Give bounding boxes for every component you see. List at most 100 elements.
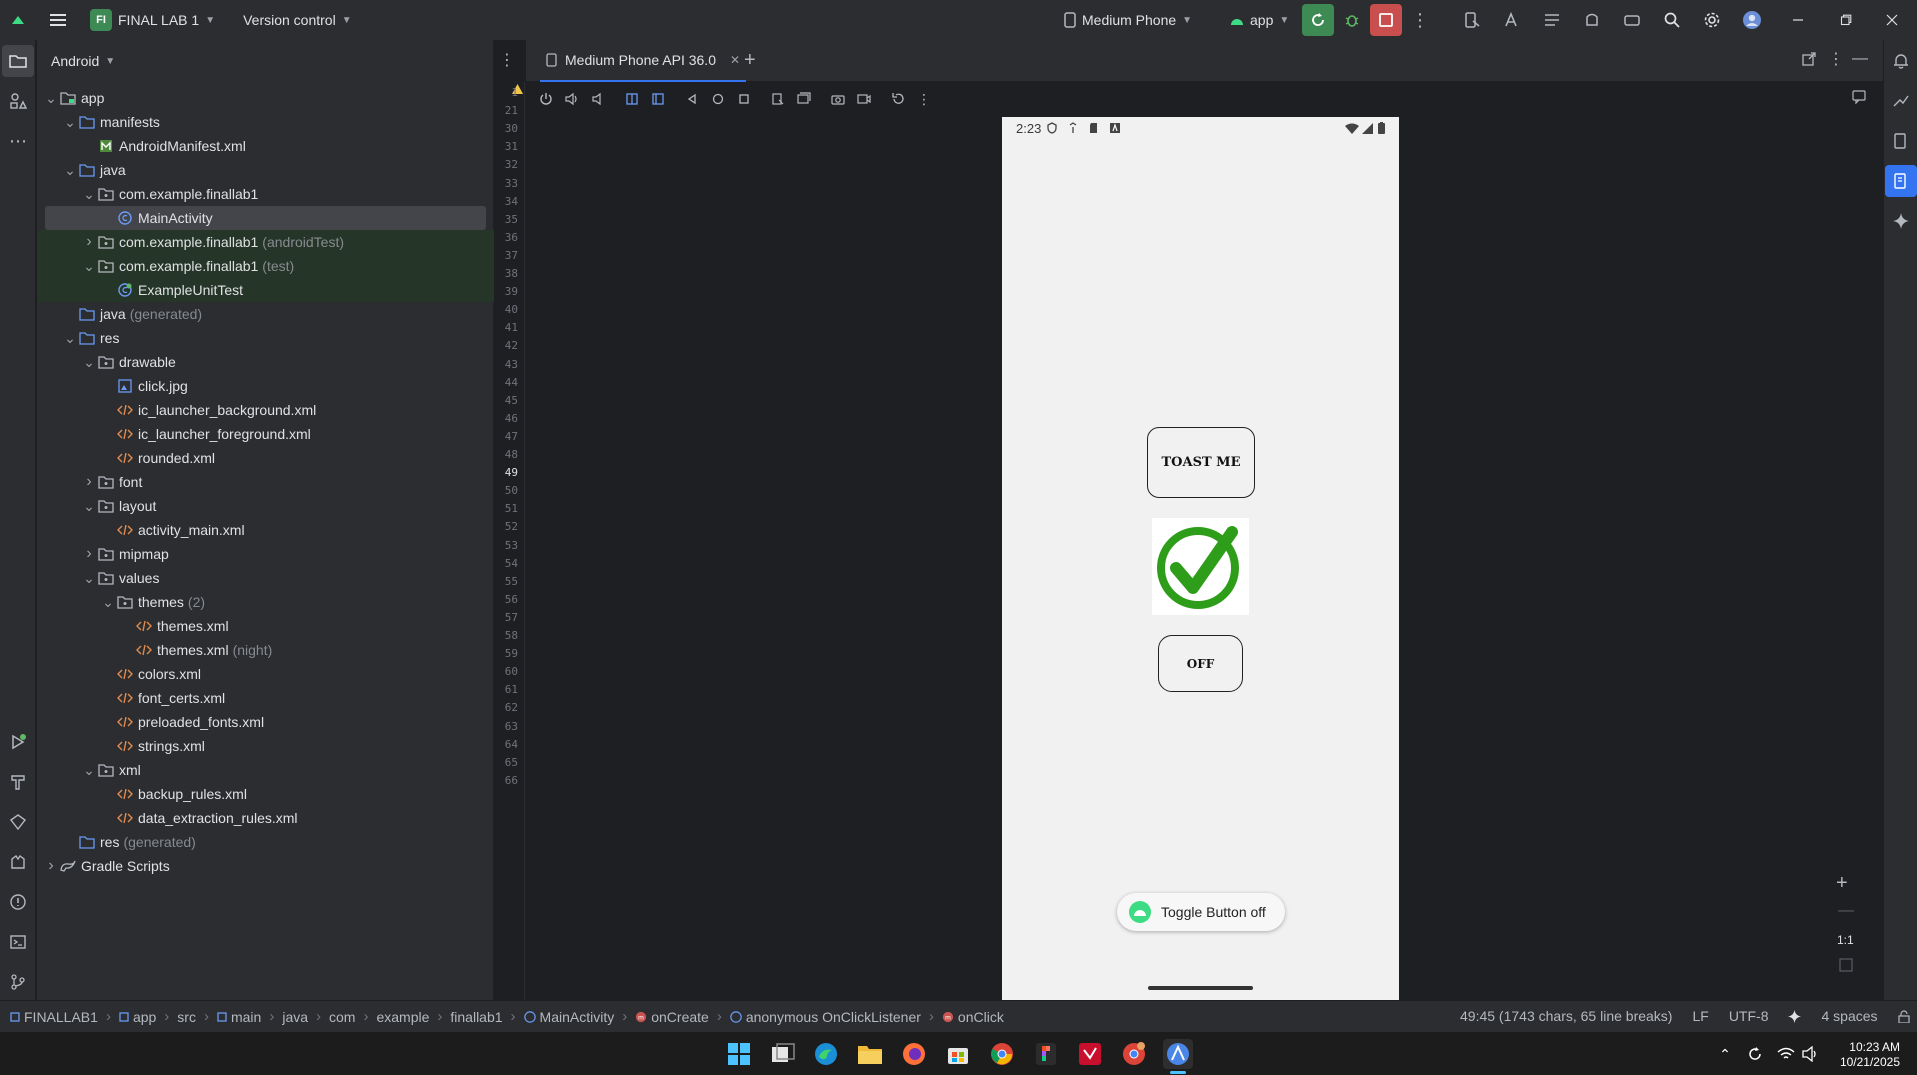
device-selector[interactable]: Medium Phone ▼ <box>1064 12 1192 28</box>
chevron-down-icon[interactable]: ⌄ <box>62 331 78 345</box>
project-view-selector[interactable]: Android ▼ <box>37 40 493 82</box>
breadcrumb-item[interactable]: m onCreate <box>635 1009 709 1025</box>
chevron-down-icon[interactable]: ⌄ <box>81 187 97 201</box>
clock[interactable]: 10:23 AM 10/21/2025 <box>1830 1040 1900 1070</box>
android-studio-taskbar-icon[interactable] <box>1163 1039 1193 1069</box>
volume-up-icon[interactable] <box>562 89 582 109</box>
tree-item[interactable]: ⌄ app <box>37 86 494 110</box>
device-explorer-icon[interactable] <box>1885 125 1917 157</box>
close-tab-icon[interactable]: ✕ <box>730 53 740 67</box>
problems-tool-icon[interactable] <box>2 886 34 918</box>
screen-record-icon[interactable] <box>854 89 874 109</box>
tree-item[interactable]: ⌄ themes (2) <box>37 590 494 614</box>
tree-item[interactable]: backup_rules.xml <box>37 782 494 806</box>
settings-gear-icon[interactable] <box>1696 4 1728 36</box>
app-quality-icon[interactable] <box>2 806 34 838</box>
chevron-right-icon[interactable]: › <box>81 545 97 563</box>
breadcrumb-item[interactable]: com <box>329 1009 355 1025</box>
store-icon[interactable] <box>943 1039 973 1069</box>
chevron-right-icon[interactable]: › <box>81 233 97 251</box>
chrome-profile-icon[interactable] <box>1119 1039 1149 1069</box>
minimize-window-icon[interactable] <box>1782 4 1814 36</box>
account-avatar-icon[interactable] <box>1736 4 1768 36</box>
chevron-down-icon[interactable]: ⌄ <box>81 499 97 513</box>
debug-button[interactable] <box>1336 4 1368 36</box>
rotate-right-icon[interactable] <box>648 89 668 109</box>
breadcrumb-item[interactable]: finallab1 <box>450 1009 502 1025</box>
tree-item[interactable]: ⌄ res <box>37 326 494 350</box>
android-studio-logo-icon[interactable] <box>2 4 34 36</box>
git-tool-icon[interactable] <box>2 966 34 998</box>
sdk-manager-icon[interactable] <box>1576 4 1608 36</box>
show-hidden-icons[interactable]: ⌃ <box>1710 1039 1740 1069</box>
breadcrumb-item[interactable]: example <box>376 1009 429 1025</box>
chevron-down-icon[interactable]: ⌄ <box>43 91 59 105</box>
apply-changes-button[interactable] <box>1302 4 1334 36</box>
vscode-icon[interactable] <box>1075 1039 1105 1069</box>
tree-item[interactable]: ic_launcher_background.xml <box>37 398 494 422</box>
caret-position[interactable]: 49:45 (1743 chars, 65 line breaks) <box>1460 1008 1672 1024</box>
chevron-down-icon[interactable]: ⌄ <box>62 115 78 129</box>
power-icon[interactable] <box>536 89 556 109</box>
ai-sparkle-icon[interactable] <box>1885 205 1917 237</box>
tree-item[interactable]: ⌄ drawable <box>37 350 494 374</box>
chevron-right-icon[interactable]: › <box>81 473 97 491</box>
chevron-down-icon[interactable]: ⌄ <box>81 259 97 273</box>
run-tool-icon[interactable] <box>2 726 34 758</box>
tree-item[interactable]: themes.xml <box>37 614 494 638</box>
hide-panel-icon[interactable]: — <box>1852 50 1868 68</box>
gemini-icon[interactable] <box>1885 85 1917 117</box>
vcs-selector[interactable]: Version control ▼ <box>243 12 352 28</box>
firefox-icon[interactable] <box>899 1039 929 1069</box>
panel-options-icon[interactable]: ⋮ <box>1828 49 1844 69</box>
tree-item[interactable]: font_certs.xml <box>37 686 494 710</box>
volume-down-icon[interactable] <box>588 89 608 109</box>
camera-icon[interactable] <box>828 89 848 109</box>
ai-assistant-icon[interactable] <box>1496 4 1528 36</box>
more-actions-icon[interactable]: ⋮ <box>1404 4 1436 36</box>
tree-item[interactable]: themes.xml (night) <box>37 638 494 662</box>
breadcrumb-item[interactable]: m onClick <box>942 1009 1004 1025</box>
back-icon[interactable] <box>682 89 702 109</box>
zoom-in-icon[interactable]: + <box>1836 872 1848 895</box>
build-tool-icon[interactable] <box>2 766 34 798</box>
fold-icon[interactable] <box>768 89 788 109</box>
open-external-icon[interactable] <box>1802 52 1816 66</box>
breadcrumb-item[interactable]: anonymous OnClickListener <box>730 1009 921 1025</box>
toggle-button[interactable]: OFF <box>1158 635 1243 692</box>
device-manager-icon[interactable] <box>1616 4 1648 36</box>
tree-item[interactable]: MainActivity <box>45 206 486 230</box>
stop-button[interactable] <box>1370 4 1402 36</box>
rotate-left-icon[interactable] <box>622 89 642 109</box>
chevron-down-icon[interactable]: ⌄ <box>81 355 97 369</box>
main-menu-icon[interactable] <box>42 4 74 36</box>
tree-item[interactable]: colors.xml <box>37 662 494 686</box>
tree-item[interactable]: ⌄ com.example.finallab1 (test) <box>37 254 494 278</box>
overview-icon[interactable] <box>734 89 754 109</box>
home-icon[interactable] <box>708 89 728 109</box>
close-window-icon[interactable] <box>1876 4 1908 36</box>
gesture-nav-handle[interactable] <box>1148 986 1253 990</box>
toast-me-button[interactable]: TOAST ME <box>1147 427 1255 498</box>
tree-item[interactable]: java (generated) <box>37 302 494 326</box>
breadcrumb-item[interactable]: MainActivity <box>523 1009 614 1025</box>
add-device-icon[interactable]: + <box>744 49 756 72</box>
breadcrumb-item[interactable]: FINALLAB1 <box>10 1009 98 1025</box>
windows-start-icon[interactable] <box>724 1039 754 1069</box>
tree-item[interactable]: res (generated) <box>37 830 494 854</box>
breadcrumb-item[interactable]: java <box>282 1009 308 1025</box>
ai-sparkle-icon[interactable] <box>1788 1009 1802 1023</box>
chevron-down-icon[interactable]: ⌄ <box>62 163 78 177</box>
breadcrumb-item[interactable]: src <box>177 1009 196 1025</box>
device-mirror-icon[interactable] <box>1456 4 1488 36</box>
tree-item[interactable]: rounded.xml <box>37 446 494 470</box>
tab-medium-phone[interactable]: Medium Phone API 36.0 ✕ <box>540 40 747 82</box>
indent-setting[interactable]: 4 spaces <box>1821 1008 1877 1024</box>
tree-item[interactable]: ⌄ com.example.finallab1 <box>37 182 494 206</box>
file-encoding[interactable]: UTF-8 <box>1729 1008 1769 1024</box>
zoom-actual-size[interactable]: 1:1 <box>1837 933 1854 947</box>
lock-icon[interactable] <box>1897 1009 1910 1023</box>
tree-item[interactable]: ⌄ java <box>37 158 494 182</box>
chevron-down-icon[interactable]: ⌄ <box>81 763 97 777</box>
run-config-selector[interactable]: app ▼ <box>1230 12 1289 28</box>
